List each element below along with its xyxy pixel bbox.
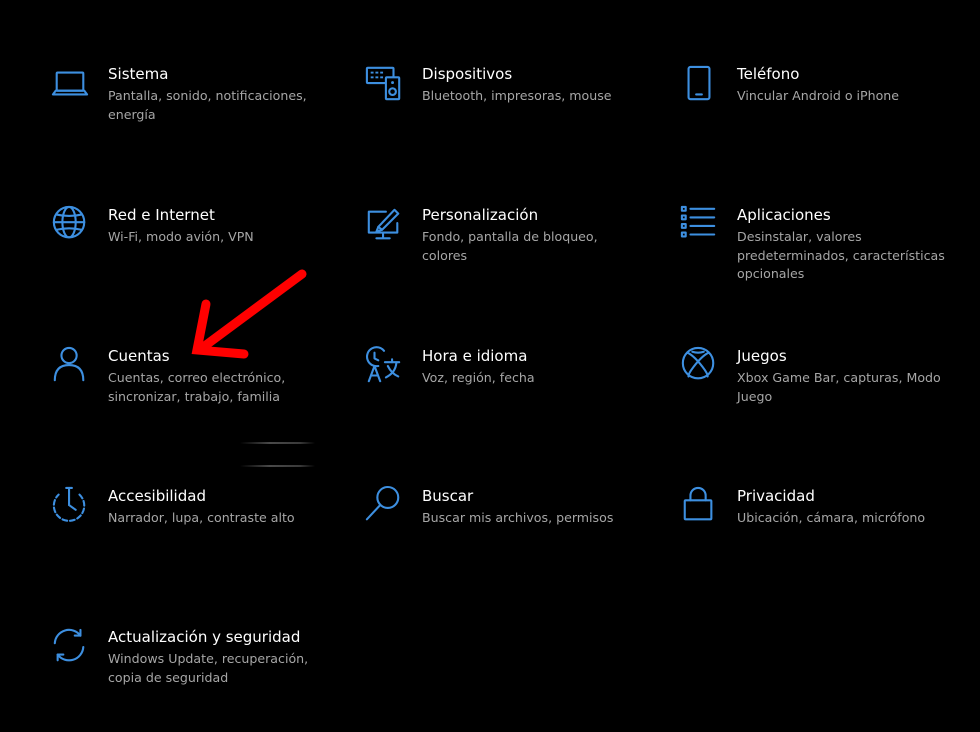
globe-icon [50,205,90,245]
tile-description: Narrador, lupa, contraste alto [108,510,295,525]
divider-artifact [240,465,315,467]
divider-artifact [240,442,315,444]
tile-title: Sistema [108,65,169,83]
phone-icon [679,64,719,104]
keyboard-speaker-icon [364,64,404,104]
tile-title: Aplicaciones [737,206,831,224]
tile-title: Personalización [422,206,539,224]
paint-screen-icon [364,205,404,245]
tile-title: Hora e idioma [422,347,528,365]
tile-description: Pantalla, sonido, notificaciones, energí… [108,88,307,122]
tile-title: Red e Internet [108,206,215,224]
tile-title: Accesibilidad [108,487,206,505]
tile-title: Actualización y seguridad [108,628,301,646]
accessibility-timer-icon [50,486,90,526]
tile-title: Dispositivos [422,65,513,83]
tile-description: Windows Update, recuperación, copia de s… [108,651,309,685]
annotation-arrow-icon [191,269,307,359]
sync-icon [50,627,90,667]
tile-description: Vincular Android o iPhone [737,88,900,103]
tile-description: Voz, región, fecha [422,370,535,385]
tile-title: Buscar [422,487,474,505]
tile-description: Wi-Fi, modo avión, VPN [108,229,254,244]
xbox-icon [679,346,719,386]
search-icon [364,485,404,526]
lock-icon [679,486,719,526]
tile-description: Xbox Game Bar, capturas, Modo Juego [737,370,941,404]
tile-description: Cuentas, correo electrónico, sincronizar… [108,370,286,404]
person-icon [50,346,90,386]
tile-description: Bluetooth, impresoras, mouse [422,88,612,103]
time-language-icon [364,346,404,386]
tile-title: Juegos [737,347,787,365]
tile-description: Buscar mis archivos, permisos [422,510,614,525]
laptop-icon [50,64,90,104]
tile-title: Teléfono [737,65,800,83]
tile-description: Desinstalar, valores predeterminados, ca… [737,229,945,281]
tile-description: Fondo, pantalla de bloqueo, colores [422,229,598,263]
tile-description: Ubicación, cámara, micrófono [737,510,926,525]
tile-title: Privacidad [737,487,815,505]
app-list-icon [679,205,719,245]
